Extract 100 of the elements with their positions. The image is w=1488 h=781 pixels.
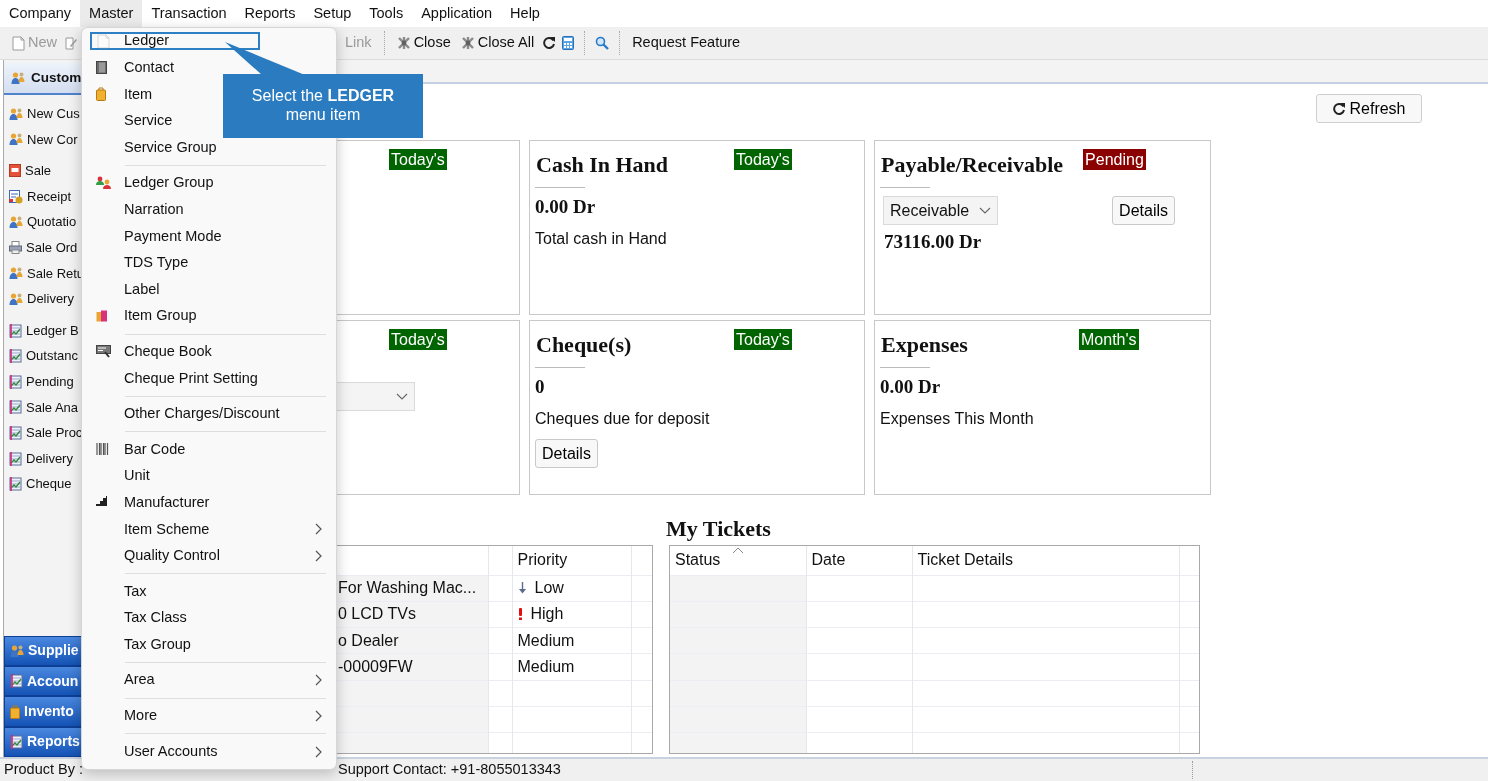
chart-icon bbox=[9, 323, 22, 338]
bag-icon bbox=[10, 704, 20, 719]
menu-item[interactable]: Ledger bbox=[90, 32, 260, 51]
sidebar-link[interactable]: Sale Ord bbox=[26, 238, 78, 258]
column-header[interactable]: Ticket Details bbox=[917, 550, 1013, 568]
edit-icon[interactable] bbox=[65, 36, 77, 50]
menu-item[interactable]: Narration bbox=[82, 196, 336, 224]
chart-icon bbox=[10, 734, 23, 749]
toolbar-button[interactable]: Close All bbox=[458, 32, 537, 54]
sidebar-link[interactable]: Cheque bbox=[26, 474, 72, 494]
column-header[interactable]: Priority bbox=[517, 550, 568, 568]
close-icon bbox=[396, 36, 411, 50]
refresh-icon bbox=[1332, 101, 1347, 116]
refresh-icon[interactable] bbox=[542, 36, 557, 50]
sidebar-link[interactable]: Quotatio bbox=[27, 212, 77, 232]
sidebar-link[interactable]: Outstanc bbox=[26, 346, 79, 366]
status-text: Support Contact: +91-8055013343 bbox=[338, 760, 561, 780]
menu-item[interactable]: Label bbox=[82, 276, 336, 303]
sidebar-link[interactable]: Sale Proc bbox=[26, 423, 83, 443]
sidebar-link[interactable]: Receipt bbox=[27, 186, 72, 207]
printer-icon bbox=[9, 241, 22, 255]
bag-icon bbox=[96, 309, 108, 323]
menu-item[interactable]: Ledger Group bbox=[82, 169, 336, 197]
caption-text: Cheques due for deposit bbox=[535, 409, 710, 430]
menu-item[interactable]: Quality Control bbox=[82, 542, 336, 570]
sidebar-link[interactable]: Delivery bbox=[26, 448, 73, 469]
chevron-down-icon bbox=[396, 393, 408, 400]
priority-label: Low bbox=[534, 579, 564, 597]
menu-bar-item[interactable]: Transaction bbox=[142, 0, 236, 27]
menu-item[interactable]: Item Scheme bbox=[82, 516, 336, 543]
chart-icon bbox=[9, 477, 22, 492]
amount-text: 0.00 Dr bbox=[535, 196, 596, 220]
menu-bar-item[interactable]: Company bbox=[0, 0, 81, 27]
menu-bar-item[interactable]: Setup bbox=[304, 0, 361, 27]
cheque-icon bbox=[96, 344, 111, 358]
person-icon bbox=[10, 643, 24, 658]
menu-item[interactable]: User Accounts bbox=[82, 738, 336, 765]
period-tag: Today's bbox=[389, 149, 447, 170]
menu-item[interactable]: Bar Code bbox=[82, 436, 336, 463]
card-title: Payable/Receivable bbox=[881, 152, 1064, 179]
sidebar-link[interactable]: New Cor bbox=[27, 129, 78, 150]
toolbar-button[interactable]: Request Feature bbox=[630, 32, 743, 54]
refresh-button[interactable]: Refresh bbox=[1316, 94, 1422, 123]
document-icon bbox=[12, 35, 25, 51]
stairs-icon bbox=[96, 495, 107, 506]
person-icon bbox=[9, 215, 23, 230]
chart-icon bbox=[9, 400, 22, 415]
chart-icon bbox=[9, 349, 22, 364]
receipt-icon bbox=[9, 189, 23, 204]
dropdown[interactable]: Receivable bbox=[883, 196, 998, 226]
column-header[interactable]: Status bbox=[675, 550, 721, 568]
chart-icon bbox=[9, 374, 22, 389]
sidebar-link[interactable]: Sale bbox=[25, 161, 52, 181]
period-tag: Month's bbox=[1079, 329, 1139, 350]
sidebar-link[interactable]: Sale Ana bbox=[26, 397, 79, 418]
people-icon bbox=[96, 176, 112, 191]
caption-text: Expenses This Month bbox=[880, 409, 1034, 430]
menu-bar-item[interactable]: Tools bbox=[360, 0, 413, 27]
amount-text: 0.00 Dr bbox=[880, 376, 941, 400]
menu-item[interactable]: Other Charges/Discount bbox=[82, 400, 336, 428]
menu-item[interactable]: More bbox=[82, 702, 336, 730]
search-icon[interactable] bbox=[595, 36, 610, 50]
menu-item[interactable]: Cheque Book bbox=[82, 338, 336, 366]
priority-label: Medium bbox=[517, 631, 575, 649]
column-header[interactable]: Date bbox=[811, 550, 846, 568]
menu-item[interactable]: Item Group bbox=[82, 302, 336, 330]
menu-bar-item[interactable]: Application bbox=[412, 0, 502, 27]
menu-bar-item[interactable]: Help bbox=[501, 0, 549, 27]
card-title: Cheque(s) bbox=[536, 332, 633, 359]
amount-text: 73116.00 Dr bbox=[884, 231, 982, 255]
menu-item[interactable]: TDS Type bbox=[82, 249, 336, 277]
details-button[interactable]: Details bbox=[1112, 196, 1175, 226]
priority-label: High bbox=[530, 605, 564, 623]
person-icon bbox=[9, 291, 23, 306]
chevron-down-icon bbox=[979, 207, 991, 215]
details-button[interactable]: Details bbox=[535, 439, 598, 469]
card-title: Expenses bbox=[881, 332, 969, 359]
menu-item[interactable]: Cheque Print Setting bbox=[82, 365, 336, 392]
chart-icon bbox=[9, 425, 22, 440]
sidebar-link[interactable]: Pending bbox=[26, 372, 74, 392]
person-icon bbox=[11, 71, 25, 85]
priority-label: Medium bbox=[517, 658, 575, 676]
menu-item[interactable]: Payment Mode bbox=[82, 223, 336, 250]
section-title: My Tickets bbox=[666, 515, 772, 543]
menu-bar-item[interactable]: Master bbox=[80, 0, 143, 27]
period-tag: Pending bbox=[1083, 149, 1146, 170]
sidebar-link[interactable]: Delivery bbox=[27, 289, 74, 309]
person-icon bbox=[9, 106, 23, 121]
sidebar-link[interactable]: New Cus bbox=[27, 104, 80, 124]
card-title: Cash In Hand bbox=[536, 152, 670, 179]
calculator-icon[interactable] bbox=[562, 36, 575, 50]
sidebar-link[interactable]: Ledger B bbox=[26, 320, 79, 341]
invoice-icon bbox=[9, 164, 21, 178]
person-icon bbox=[9, 132, 23, 147]
menu-bar-item[interactable]: Reports bbox=[235, 0, 305, 27]
period-tag: Today's bbox=[734, 149, 792, 170]
menu-item[interactable]: Unit bbox=[82, 462, 336, 490]
caption-text: Total cash in Hand bbox=[535, 229, 667, 250]
menu-item[interactable]: Manufacturer bbox=[82, 489, 336, 517]
toolbar-button[interactable]: Close bbox=[394, 32, 453, 54]
